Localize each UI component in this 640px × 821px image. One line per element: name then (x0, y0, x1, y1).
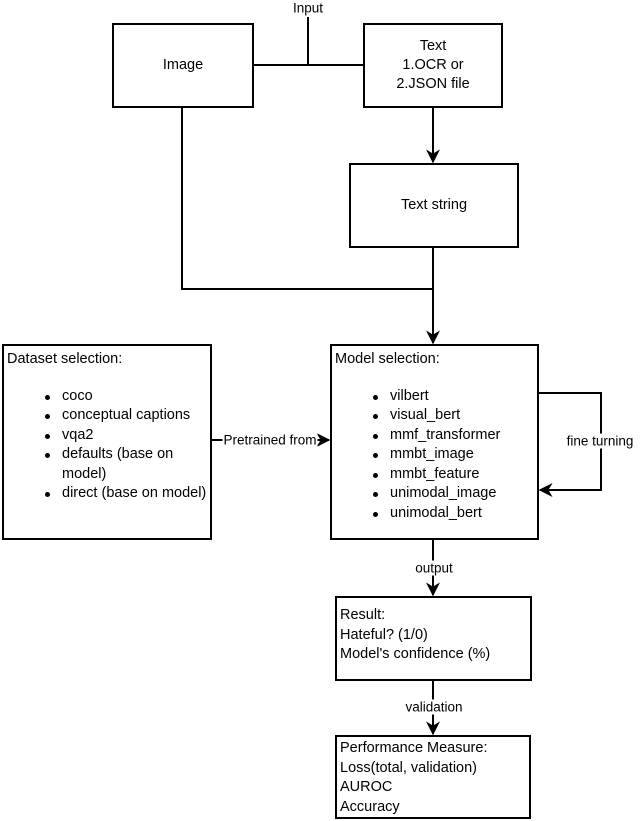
list-item: mmbt_feature (373, 465, 537, 485)
list-item: vqa2 (45, 426, 212, 446)
list-item: visual_bert (373, 406, 537, 426)
model-selection-box: Model selection: vilbert visual_bert mmf… (330, 344, 539, 540)
image-box-label: Image (162, 57, 204, 73)
text-box: Text 1.OCR or 2.JSON file (363, 23, 503, 108)
dataset-list: coco conceptual captions vqa2 defaults (… (7, 387, 212, 504)
image-box: Image (112, 23, 254, 108)
performance-box: Performance Measure: Loss(total, validat… (335, 735, 531, 819)
validation-label: validation (404, 699, 464, 715)
dataset-title: Dataset selection: (7, 351, 123, 367)
performance-line: Loss(total, validation) (340, 759, 478, 776)
list-item: mmbt_image (373, 445, 537, 465)
result-line: Hateful? (1/0) (340, 626, 428, 643)
result-line: Model's confidence (%) (340, 646, 491, 662)
list-item: unimodal_image (373, 484, 537, 504)
list-item: defaults (base on model) (45, 445, 212, 484)
fine-tuning-label: fine turning (565, 433, 635, 449)
list-item: vilbert (373, 387, 537, 407)
text-box-line: 2.JSON file (396, 76, 470, 92)
pretrained-label: Pretrained from (222, 432, 318, 448)
text-string-box: Text string (349, 163, 519, 248)
list-item: coco (45, 387, 212, 407)
input-label: Input (291, 0, 325, 16)
model-list: vilbert visual_bert mmf_transformer mmbt… (335, 387, 537, 524)
dataset-selection-box: Dataset selection: coco conceptual capti… (2, 344, 212, 540)
list-item: conceptual captions (45, 406, 212, 426)
output-label: output (414, 560, 454, 576)
result-box: Result: Hateful? (1/0) Model's confidenc… (335, 596, 532, 681)
text-string-label: Text string (400, 197, 468, 213)
list-item: unimodal_bert (373, 504, 537, 524)
performance-line: Accuracy (340, 798, 400, 815)
text-box-line: Text (419, 38, 447, 54)
text-box-line: 1.OCR or (402, 57, 464, 73)
performance-line: AUROC (340, 779, 393, 795)
list-item: mmf_transformer (373, 426, 537, 446)
model-title: Model selection: (335, 351, 440, 367)
performance-line: Performance Measure: (340, 740, 488, 756)
result-line: Result: (340, 607, 386, 623)
list-item: direct (base on model) (45, 484, 212, 504)
